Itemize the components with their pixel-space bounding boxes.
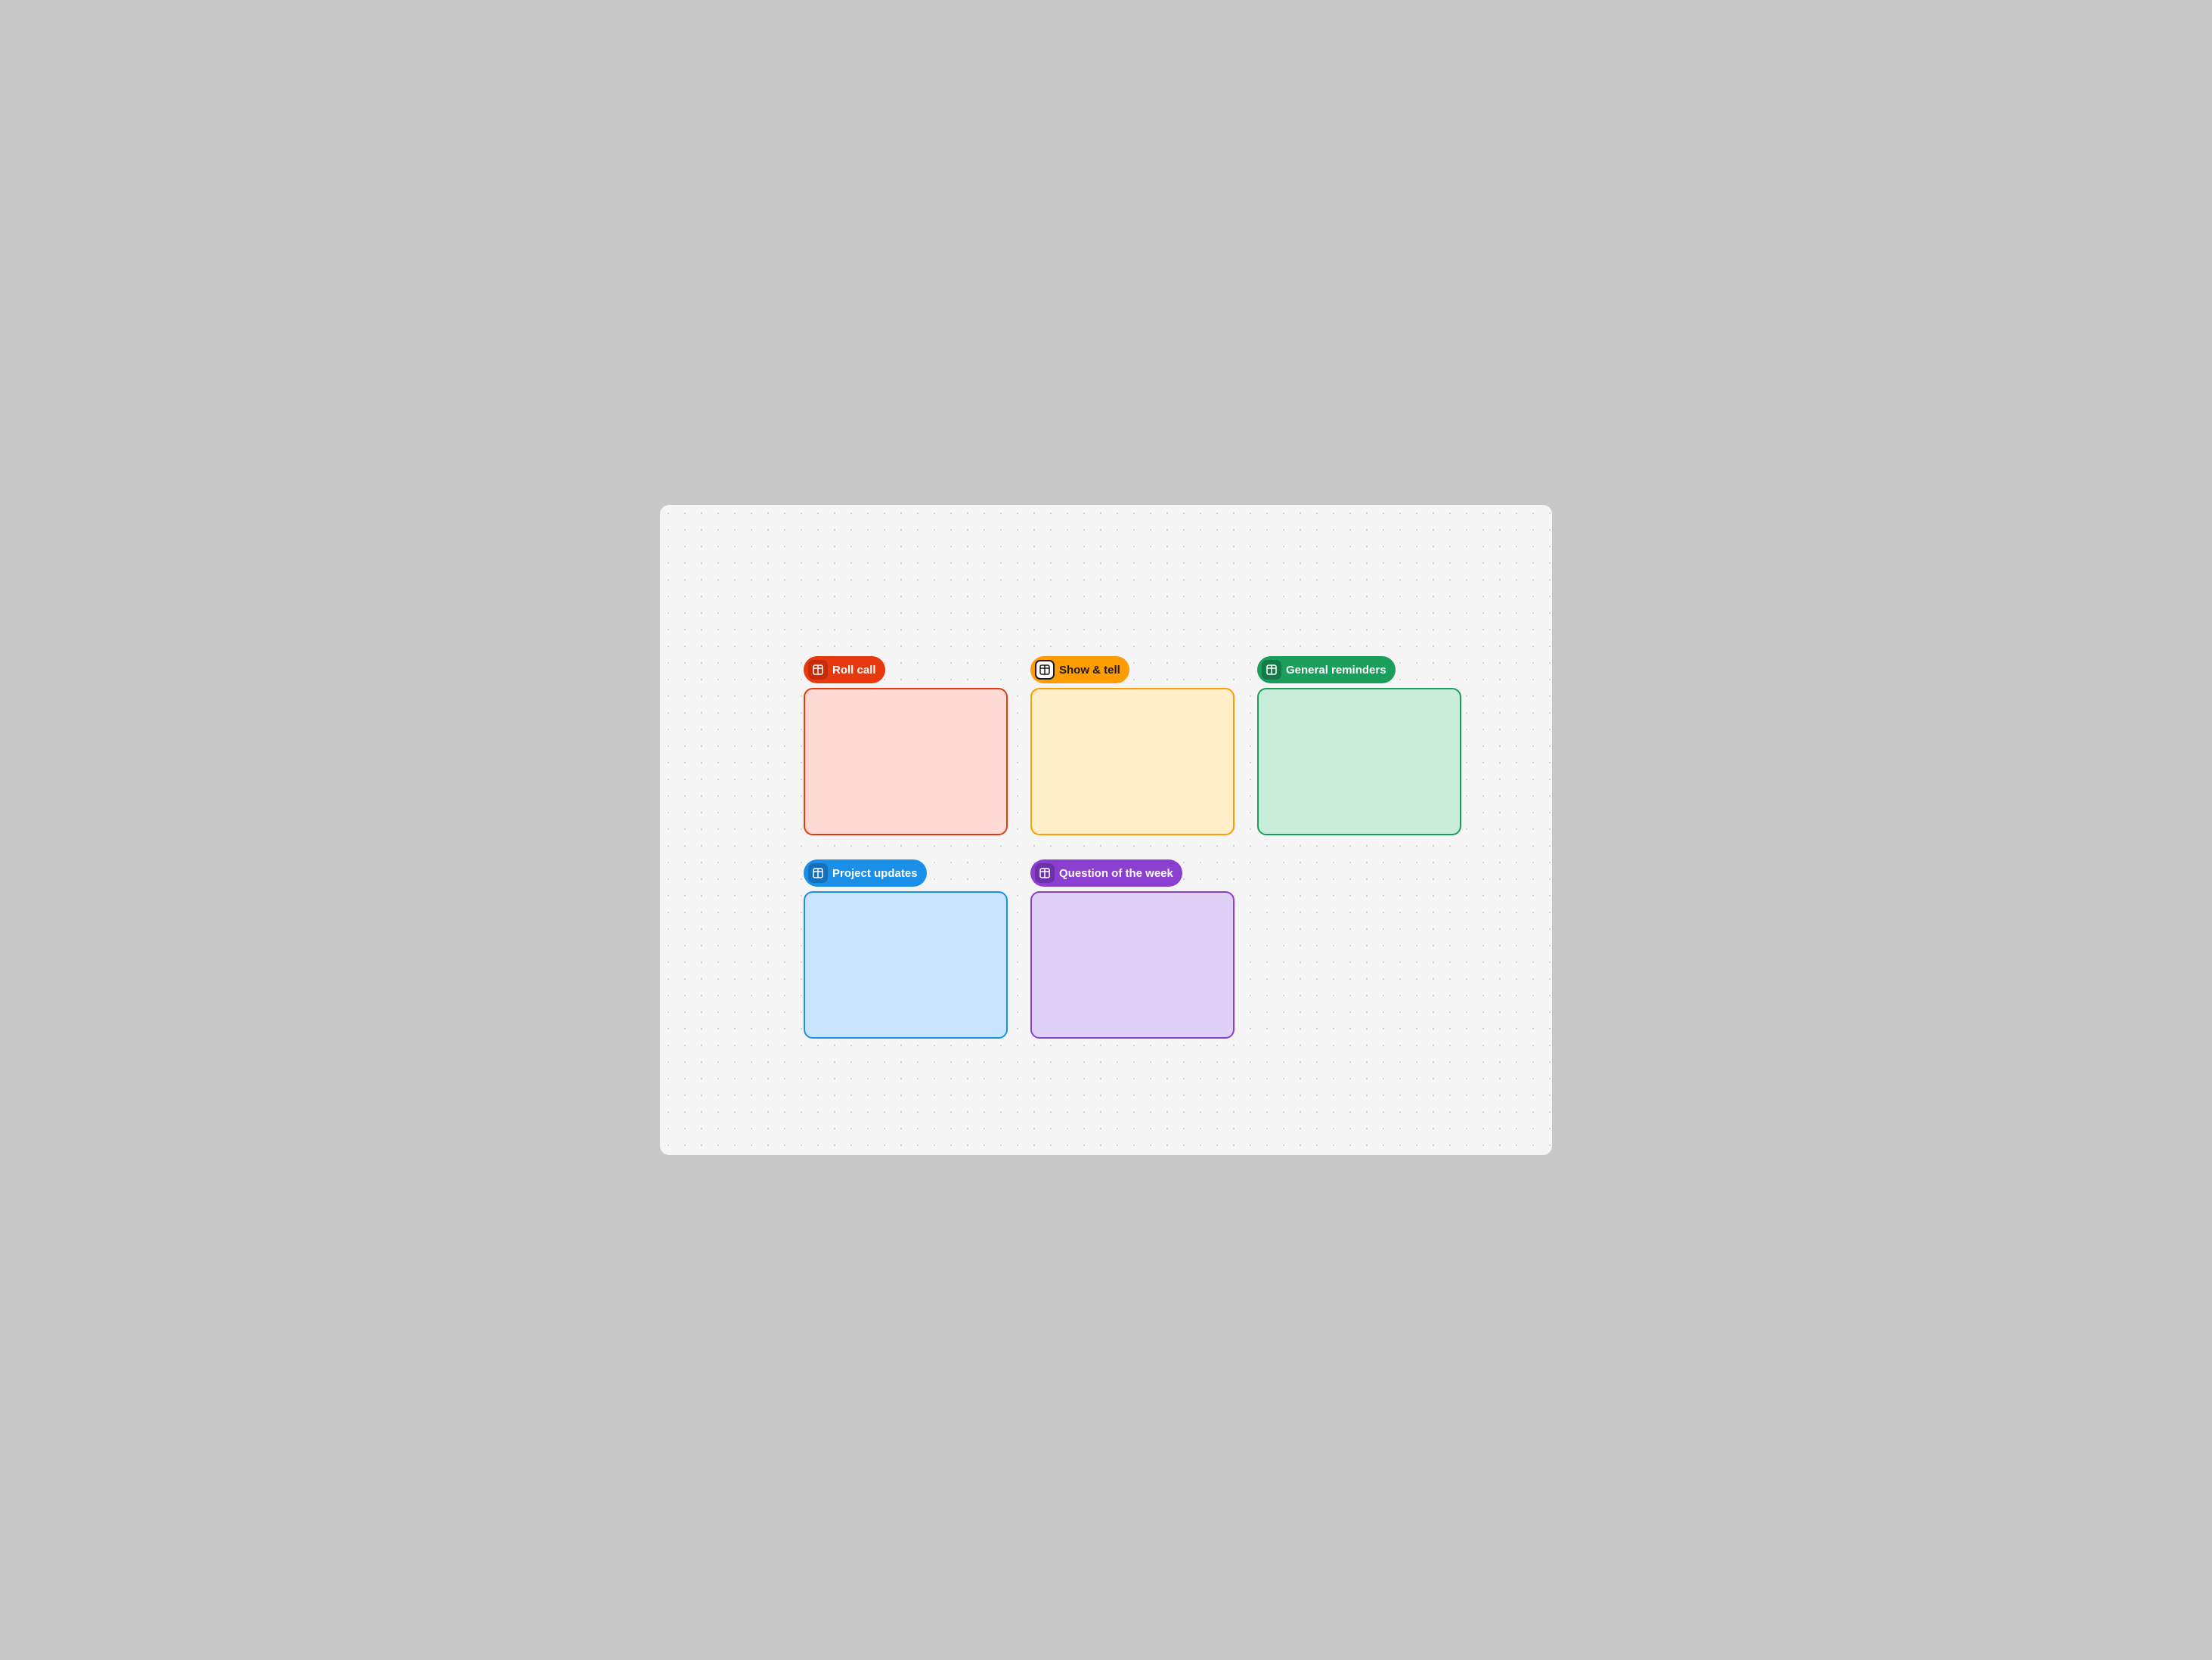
question-text: Question of the week [1059,867,1173,880]
card-roll-call[interactable]: Roll call [804,656,1008,835]
show-tell-label: Show & tell [1030,656,1129,683]
question-body [1030,891,1235,1039]
question-icon [1035,863,1055,883]
general-reminders-text: General reminders [1286,664,1386,677]
card-show-tell[interactable]: Show & tell [1030,656,1235,835]
show-tell-text: Show & tell [1059,664,1120,677]
question-label: Question of the week [1030,859,1182,887]
general-reminders-body [1257,688,1461,835]
show-tell-body [1030,688,1235,835]
project-updates-label: Project updates [804,859,927,887]
card-project-updates[interactable]: Project updates [804,859,1008,1039]
roll-call-label: Roll call [804,656,885,683]
canvas: Roll call Show & tell [660,505,1552,1155]
project-updates-body [804,891,1008,1039]
cards-container: Roll call Show & tell [804,656,1461,1039]
roll-call-icon [808,660,828,680]
project-updates-text: Project updates [832,867,918,880]
card-question[interactable]: Question of the week [1030,859,1235,1039]
show-tell-icon [1035,660,1055,680]
general-reminders-label: General reminders [1257,656,1396,683]
project-updates-icon [808,863,828,883]
roll-call-body [804,688,1008,835]
general-reminders-icon [1262,660,1281,680]
card-general-reminders[interactable]: General reminders [1257,656,1461,835]
roll-call-text: Roll call [832,664,876,677]
